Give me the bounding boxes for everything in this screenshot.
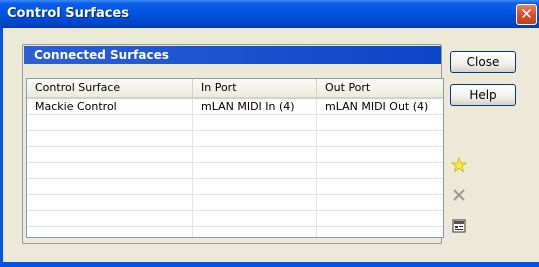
- close-icon[interactable]: ✕: [516, 4, 537, 25]
- column-header-in-port[interactable]: In Port: [193, 79, 317, 97]
- x-icon[interactable]: [449, 186, 469, 206]
- properties-icon[interactable]: [449, 217, 469, 237]
- window-bottom-border: [0, 262, 539, 267]
- empty-row: [27, 211, 443, 227]
- window-title: Control Surfaces: [7, 6, 129, 21]
- empty-row: [27, 131, 443, 147]
- empty-row: [27, 147, 443, 163]
- title-bar[interactable]: Control Surfaces ✕: [0, 0, 539, 28]
- group-header: Connected Surfaces: [24, 46, 441, 64]
- close-button[interactable]: Close: [450, 51, 516, 73]
- window-border: [0, 28, 3, 267]
- help-button[interactable]: Help: [450, 84, 516, 106]
- empty-row: [27, 163, 443, 179]
- surfaces-list[interactable]: Control Surface In Port Out Port Mackie …: [26, 78, 444, 238]
- list-header: Control Surface In Port Out Port: [27, 79, 443, 99]
- empty-row: [27, 195, 443, 211]
- table-row[interactable]: Mackie Control mLAN MIDI In (4) mLAN MID…: [27, 99, 443, 115]
- cell-in-port: mLAN MIDI In (4): [193, 99, 317, 114]
- cell-control-surface: Mackie Control: [27, 99, 193, 114]
- star-icon[interactable]: [449, 156, 469, 176]
- empty-row: [27, 115, 443, 131]
- column-header-control-surface[interactable]: Control Surface: [27, 79, 193, 97]
- empty-row: [27, 227, 443, 237]
- cell-out-port: mLAN MIDI Out (4): [325, 100, 429, 113]
- empty-row: [27, 179, 443, 195]
- list-rows: Mackie Control mLAN MIDI In (4) mLAN MID…: [27, 99, 443, 237]
- column-header-out-port[interactable]: Out Port: [317, 79, 443, 97]
